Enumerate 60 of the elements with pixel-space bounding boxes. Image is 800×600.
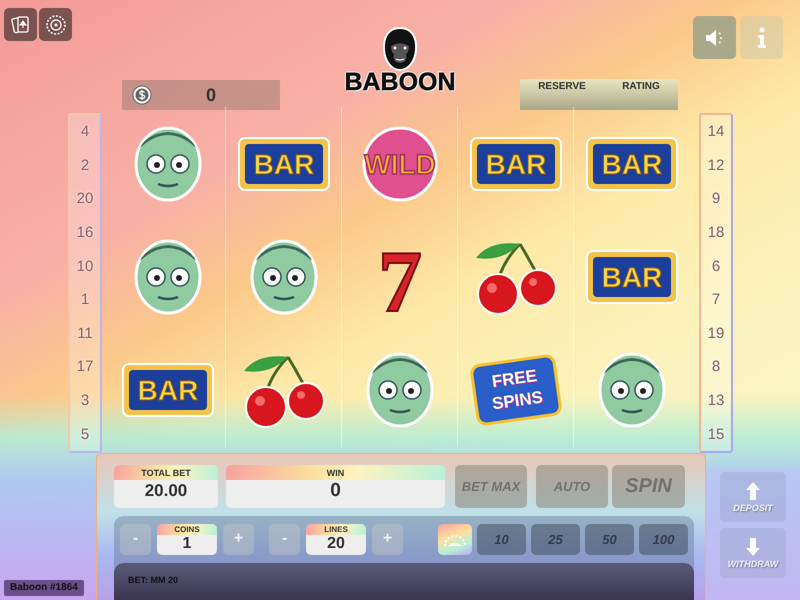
minus-button[interactable]: - (269, 524, 300, 554)
bet-chip-button[interactable]: 50 (585, 524, 634, 554)
playing-cards-icon (10, 14, 32, 36)
bar-symbol: BAR (585, 248, 679, 305)
payline-number[interactable]: 19 (708, 324, 724, 342)
stat-label: RATING (622, 81, 660, 94)
payline-number[interactable]: 8 (712, 358, 720, 376)
logo-text: BABOON (344, 68, 456, 96)
balance-value: 0 (206, 84, 216, 106)
gorilla-logo-icon (380, 26, 420, 72)
down-arrow-icon (745, 537, 761, 557)
payline-number[interactable]: 20 (76, 190, 94, 208)
minus-button[interactable]: - (120, 524, 151, 554)
game-id-label: Baboon #1864 (4, 580, 84, 596)
payline-number[interactable]: 16 (76, 224, 94, 242)
stepper-label: LINES (306, 524, 366, 534)
bet-chip-button[interactable]: 25 (531, 524, 580, 554)
win-label: WIN (226, 464, 445, 480)
payline-number[interactable]: 18 (708, 224, 724, 242)
payline-number[interactable]: 6 (712, 258, 720, 275)
roulette-button[interactable] (39, 8, 72, 41)
bar-symbol: BAR (585, 136, 679, 192)
stepper-value: 1 (182, 534, 192, 552)
info-icon (756, 26, 768, 48)
payline-number[interactable]: 15 (708, 426, 724, 443)
bet-chip-button[interactable]: 100 (639, 524, 688, 554)
payline-number[interactable]: 10 (76, 258, 94, 275)
payline-number[interactable]: 17 (76, 358, 94, 376)
plus-button[interactable]: + (372, 524, 403, 554)
total-bet-value: 20.00 (144, 480, 188, 502)
seven-symbol: 7 (364, 234, 434, 319)
payline-number[interactable]: 12 (708, 156, 724, 174)
stat-label: RESERVE (538, 81, 586, 94)
payline-number[interactable]: 7 (712, 291, 720, 308)
payline-number[interactable]: 1 (80, 291, 90, 308)
plus-button[interactable]: + (223, 524, 254, 554)
theme-button[interactable] (438, 524, 472, 554)
dollar-coin-icon (132, 85, 152, 105)
cards-button[interactable] (4, 8, 37, 41)
payline-number[interactable]: 14 (708, 123, 724, 140)
payline-number[interactable]: 3 (80, 392, 90, 410)
payline-number[interactable]: 13 (708, 392, 724, 410)
sound-button[interactable] (693, 16, 736, 59)
payline-number[interactable]: 9 (712, 190, 720, 208)
bet-info-text: BET: MM 20 (128, 575, 178, 585)
payline-number[interactable]: 2 (80, 156, 90, 174)
roulette-wheel-icon (44, 14, 66, 36)
bar-symbol: BAR (120, 362, 214, 418)
payline-number[interactable]: 11 (77, 324, 93, 342)
total-bet-label: TOTAL BET (114, 464, 218, 480)
bet-chip-button[interactable]: 10 (477, 524, 526, 554)
win-value: 0 (330, 480, 341, 502)
payline-number[interactable]: 4 (80, 123, 90, 140)
bar-symbol: BAR (236, 136, 330, 192)
free-spins-symbol: FREE SPINS (468, 354, 562, 427)
stepper-value: 20 (327, 534, 345, 552)
bar-symbol: BAR (468, 136, 562, 192)
payline-number[interactable]: 5 (80, 426, 90, 443)
stepper-label: COINS (157, 524, 217, 534)
up-arrow-icon (745, 481, 761, 501)
